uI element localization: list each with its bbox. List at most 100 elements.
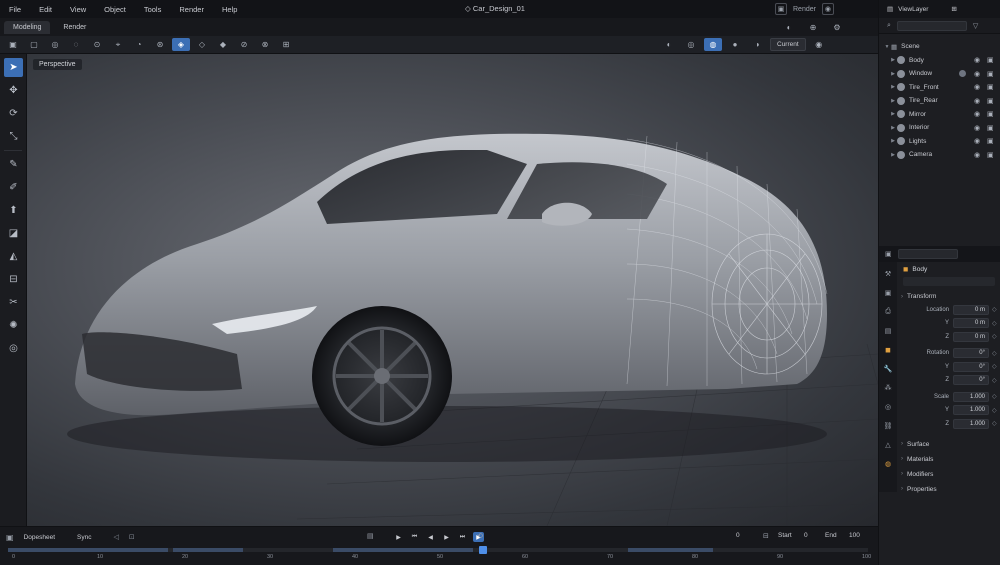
constraints-tab-icon[interactable]: ⛓ [881, 419, 895, 433]
outliner-item[interactable]: ▶ Body ◉ ▣ [879, 54, 1000, 68]
location-field[interactable]: 0 m [953, 318, 989, 329]
render-visibility-icon[interactable]: ▣ [987, 70, 994, 78]
scale-field[interactable]: 1.000 [953, 418, 989, 429]
dopesheet-dropdown[interactable]: Dopesheet [24, 534, 55, 541]
properties-editor-icon[interactable]: ▣ [885, 250, 892, 258]
properties-search-input[interactable] [897, 249, 958, 259]
rotation-field[interactable]: 0° [953, 361, 989, 372]
timeline-scrubber[interactable] [8, 548, 868, 552]
sync-dropdown[interactable]: Sync [77, 534, 91, 541]
render-visibility-icon[interactable]: ▣ [987, 137, 994, 145]
next-frame-icon[interactable]: ⏭ [457, 532, 468, 542]
keyframe-icon[interactable]: ◇ [992, 393, 997, 400]
select-tool-icon[interactable]: ➤ [4, 58, 23, 77]
keyframe-icon[interactable]: ◇ [992, 363, 997, 370]
play-icon[interactable]: ▶ [441, 532, 452, 542]
shading-dropdown[interactable]: Current [770, 38, 806, 51]
menu-file[interactable]: File [0, 5, 30, 14]
scale-tool-icon[interactable]: ⤡ [4, 127, 23, 146]
tool-tab-icon[interactable]: ⚒ [881, 267, 895, 281]
eye-icon[interactable]: ◉ [974, 110, 980, 118]
menu-edit[interactable]: Edit [30, 5, 61, 14]
eye-icon[interactable]: ◉ [974, 137, 980, 145]
expand-icon[interactable]: ▼ [883, 44, 891, 50]
move-tool-icon[interactable]: ✥ [4, 81, 23, 100]
keyframe-icon[interactable]: ◇ [992, 333, 997, 340]
data-tab-icon[interactable]: △ [881, 438, 895, 452]
pivot-icon[interactable]: ◔ [130, 38, 148, 51]
inset-tool-icon[interactable]: ◪ [4, 224, 23, 243]
outliner-item[interactable]: ▶ Window ◉ ▣ [879, 67, 1000, 81]
eye-icon[interactable]: ◉ [974, 151, 980, 159]
prev-frame-icon[interactable]: ⏮ [409, 532, 420, 542]
extrude-tool-icon[interactable]: ⬆ [4, 201, 23, 220]
filter-icon[interactable]: ⌕ [887, 22, 891, 30]
timeline-editor-icon[interactable]: ▣ [6, 533, 14, 542]
physics-tab-icon[interactable]: ◎ [881, 400, 895, 414]
face-select-icon[interactable]: ◆ [214, 38, 232, 51]
material-icon[interactable] [959, 70, 966, 78]
select-circle-icon[interactable]: ◎ [46, 38, 64, 51]
orientation-icon[interactable]: ⊛ [151, 38, 169, 51]
render-shading-icon[interactable]: ◉ [810, 38, 828, 51]
menu-render[interactable]: Render [170, 5, 213, 14]
expand-icon[interactable]: ▶ [889, 57, 897, 63]
eye-icon[interactable]: ◉ [974, 56, 980, 64]
overlays-icon[interactable]: ◍ [704, 38, 722, 51]
keyframe-icon[interactable]: ◇ [992, 420, 997, 427]
rotation-field[interactable]: 0° [953, 375, 989, 386]
view-layer-label[interactable]: ViewLayer [898, 6, 928, 13]
bevel-tool-icon[interactable]: ◭ [4, 247, 23, 266]
start-value[interactable]: 0 [804, 532, 808, 539]
outliner-search-input[interactable] [896, 20, 967, 31]
scale-field[interactable]: 1.000 [953, 405, 989, 416]
expand-icon[interactable]: ▶ [889, 71, 897, 77]
scale-field[interactable]: 1.000 [953, 391, 989, 402]
wire-icon[interactable]: ⊞ [277, 38, 295, 51]
end-value[interactable]: 100 [849, 532, 860, 539]
edge-select-icon[interactable]: ◇ [193, 38, 211, 51]
menu-object[interactable]: Object [95, 5, 135, 14]
3d-viewport[interactable]: Perspective [27, 54, 878, 526]
render-tab-icon[interactable]: ▣ [881, 286, 895, 300]
loopcut-tool-icon[interactable]: ⊟ [4, 270, 23, 289]
material-tab-icon[interactable]: ◍ [881, 457, 895, 471]
playhead[interactable] [479, 546, 487, 554]
annotate-tool-icon[interactable]: ✎ [4, 155, 23, 174]
rotate-tool-icon[interactable]: ⟳ [4, 104, 23, 123]
layer-menu-icon[interactable]: ⊞ [951, 5, 956, 13]
outliner-item[interactable]: ▶ Mirror ◉ ▣ [879, 108, 1000, 122]
collapsed-section[interactable]: › Materials [897, 452, 1000, 467]
funnel-icon[interactable]: ▽ [973, 22, 978, 30]
overlay-icon[interactable]: ◐ [780, 21, 798, 34]
eye-icon[interactable]: ◉ [974, 124, 980, 132]
modifier-tab-icon[interactable]: 🔧 [881, 362, 895, 376]
xray-icon[interactable]: ⊘ [235, 38, 253, 51]
render-visibility-icon[interactable]: ▣ [987, 110, 994, 118]
output-tab-icon[interactable]: ⎙ [881, 305, 895, 319]
measure-tool-icon[interactable]: ✐ [4, 178, 23, 197]
loop-icon[interactable]: ⟲ [477, 532, 483, 540]
play-reverse-icon[interactable]: ◀ [425, 532, 436, 542]
expand-icon[interactable]: ▶ [889, 84, 897, 90]
tab-modeling[interactable]: Modeling [4, 20, 51, 34]
select-lasso-icon[interactable]: ◌ [67, 38, 85, 51]
render-visibility-icon[interactable]: ▣ [987, 124, 994, 132]
object-tab-icon[interactable]: ◼ [881, 343, 895, 357]
camera-icon[interactable]: ◉ [821, 3, 834, 15]
outliner-item[interactable]: ▶ Tire_Rear ◉ ▣ [879, 94, 1000, 108]
render-label[interactable]: Render [793, 6, 816, 13]
expand-icon[interactable]: ▶ [889, 98, 897, 104]
playback-icon[interactable]: ▤ [367, 532, 374, 540]
rotation-field[interactable]: 0° [953, 348, 989, 359]
current-frame[interactable]: 0 [736, 532, 740, 539]
select-box-icon[interactable]: ▢ [25, 38, 43, 51]
menu-help[interactable]: Help [213, 5, 246, 14]
object-name-field[interactable] [903, 277, 995, 286]
object-name[interactable]: Body [912, 266, 927, 273]
viewport-gizmo-icon[interactable]: ◎ [682, 38, 700, 51]
range-icon[interactable]: ⊟ [763, 532, 769, 540]
visibility-icon[interactable]: ◐ [660, 38, 678, 51]
mirror-icon[interactable]: ⊗ [256, 38, 274, 51]
particles-tab-icon[interactable]: ⁂ [881, 381, 895, 395]
